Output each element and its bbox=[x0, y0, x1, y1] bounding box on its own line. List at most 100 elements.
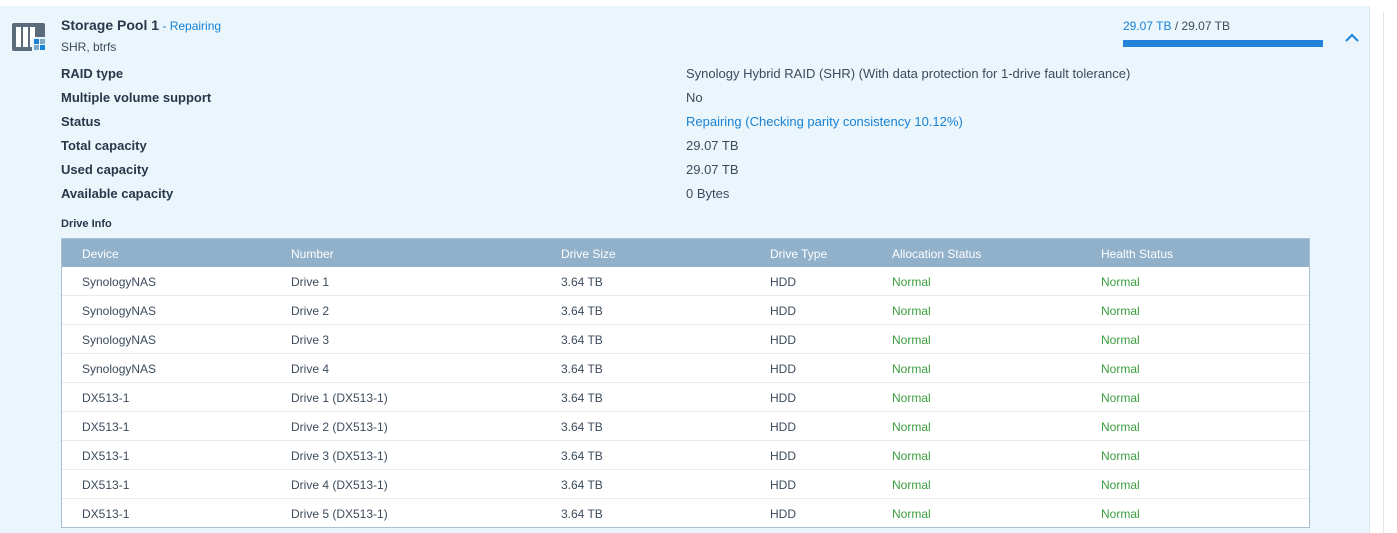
cell-allocation-status: Normal bbox=[892, 478, 931, 492]
total-capacity-label: Total capacity bbox=[61, 138, 147, 153]
status-value: Repairing (Checking parity consistency 1… bbox=[686, 114, 963, 129]
multiple-volume-label: Multiple volume support bbox=[61, 90, 212, 105]
cell-device: SynologyNAS bbox=[82, 333, 157, 347]
status-label: Status bbox=[61, 114, 101, 129]
cell-device: SynologyNAS bbox=[82, 275, 157, 289]
table-row[interactable]: SynologyNAS Drive 4 3.64 TB HDD Normal N… bbox=[62, 354, 1309, 383]
column-header-device[interactable]: Device bbox=[82, 247, 119, 261]
cell-drive-type: HDD bbox=[770, 304, 796, 318]
column-header-number[interactable]: Number bbox=[291, 247, 334, 261]
cell-number: Drive 5 (DX513-1) bbox=[291, 507, 388, 521]
cell-drive-type: HDD bbox=[770, 391, 796, 405]
usage-separator: / bbox=[1171, 19, 1182, 33]
cell-health-status: Normal bbox=[1101, 275, 1140, 289]
multiple-volume-value: No bbox=[686, 90, 703, 105]
used-capacity-label: Used capacity bbox=[61, 162, 149, 177]
total-capacity-readout: 29.07 TB bbox=[1181, 19, 1230, 33]
cell-health-status: Normal bbox=[1101, 420, 1140, 434]
cell-device: SynologyNAS bbox=[82, 362, 157, 376]
cell-drive-type: HDD bbox=[770, 420, 796, 434]
cell-drive-type: HDD bbox=[770, 333, 796, 347]
table-header: Device Number Drive Size Drive Type Allo… bbox=[62, 239, 1309, 267]
table-row[interactable]: SynologyNAS Drive 2 3.64 TB HDD Normal N… bbox=[62, 296, 1309, 325]
cell-health-status: Normal bbox=[1101, 333, 1140, 347]
column-header-drive-size[interactable]: Drive Size bbox=[561, 247, 616, 261]
used-capacity-value: 29.07 TB bbox=[686, 162, 739, 177]
cell-number: Drive 1 bbox=[291, 275, 330, 289]
cell-drive-type: HDD bbox=[770, 275, 796, 289]
cell-drive-size: 3.64 TB bbox=[561, 420, 603, 434]
cell-drive-size: 3.64 TB bbox=[561, 333, 603, 347]
cell-device: DX513-1 bbox=[82, 449, 130, 463]
used-capacity-readout: 29.07 TB bbox=[1123, 19, 1172, 33]
cell-device: DX513-1 bbox=[82, 478, 130, 492]
cell-allocation-status: Normal bbox=[892, 420, 931, 434]
status-paren-close: ) bbox=[958, 114, 963, 129]
cell-health-status: Normal bbox=[1101, 391, 1140, 405]
available-capacity-label: Available capacity bbox=[61, 186, 174, 201]
cell-number: Drive 3 bbox=[291, 333, 330, 347]
drive-info-table: Device Number Drive Size Drive Type Allo… bbox=[61, 238, 1310, 528]
cell-drive-size: 3.64 TB bbox=[561, 275, 603, 289]
cell-number: Drive 2 (DX513-1) bbox=[291, 420, 388, 434]
raid-type-label: RAID type bbox=[61, 66, 124, 81]
usage-progress-fill bbox=[1123, 40, 1323, 47]
chevron-up-icon[interactable] bbox=[1342, 30, 1362, 46]
cell-allocation-status: Normal bbox=[892, 507, 931, 521]
cell-health-status: Normal bbox=[1101, 449, 1140, 463]
available-capacity-value: 0 Bytes bbox=[686, 186, 730, 201]
cell-health-status: Normal bbox=[1101, 478, 1140, 492]
cell-drive-type: HDD bbox=[770, 507, 796, 521]
cell-drive-size: 3.64 TB bbox=[561, 362, 603, 376]
table-row[interactable]: DX513-1 Drive 5 (DX513-1) 3.64 TB HDD No… bbox=[62, 499, 1309, 528]
cell-health-status: Normal bbox=[1101, 507, 1140, 521]
cell-drive-size: 3.64 TB bbox=[561, 507, 603, 521]
table-row[interactable]: SynologyNAS Drive 3 3.64 TB HDD Normal N… bbox=[62, 325, 1309, 354]
table-row[interactable]: SynologyNAS Drive 1 3.64 TB HDD Normal N… bbox=[62, 267, 1309, 296]
table-row[interactable]: DX513-1 Drive 1 (DX513-1) 3.64 TB HDD No… bbox=[62, 383, 1309, 412]
column-header-drive-type[interactable]: Drive Type bbox=[770, 247, 827, 261]
cell-device: DX513-1 bbox=[82, 391, 130, 405]
cell-health-status: Normal bbox=[1101, 362, 1140, 376]
cell-number: Drive 2 bbox=[291, 304, 330, 318]
cell-drive-size: 3.64 TB bbox=[561, 304, 603, 318]
cell-number: Drive 1 (DX513-1) bbox=[291, 391, 388, 405]
scrollbar[interactable] bbox=[1383, 12, 1397, 533]
cell-device: DX513-1 bbox=[82, 420, 130, 434]
table-row[interactable]: DX513-1 Drive 3 (DX513-1) 3.64 TB HDD No… bbox=[62, 441, 1309, 470]
cell-device: SynologyNAS bbox=[82, 304, 157, 318]
usage-progress-bar bbox=[1123, 40, 1323, 47]
pool-title-separator: - bbox=[159, 19, 170, 33]
status-repairing-link[interactable]: Repairing bbox=[686, 114, 742, 129]
table-row[interactable]: DX513-1 Drive 2 (DX513-1) 3.64 TB HDD No… bbox=[62, 412, 1309, 441]
total-capacity-value: 29.07 TB bbox=[686, 138, 739, 153]
cell-drive-size: 3.64 TB bbox=[561, 391, 603, 405]
cell-drive-size: 3.64 TB bbox=[561, 449, 603, 463]
cell-allocation-status: Normal bbox=[892, 391, 931, 405]
pool-name: Storage Pool 1 bbox=[61, 17, 160, 33]
storage-pool-icon bbox=[12, 23, 46, 52]
usage-readout: 29.07 TB / 29.07 TB bbox=[1123, 19, 1230, 33]
cell-allocation-status: Normal bbox=[892, 333, 931, 347]
cell-number: Drive 3 (DX513-1) bbox=[291, 449, 388, 463]
cell-device: DX513-1 bbox=[82, 507, 130, 521]
column-header-health-status[interactable]: Health Status bbox=[1101, 247, 1173, 261]
table-row[interactable]: DX513-1 Drive 4 (DX513-1) 3.64 TB HDD No… bbox=[62, 470, 1309, 499]
raid-type-value: Synology Hybrid RAID (SHR) (With data pr… bbox=[686, 66, 1131, 81]
status-paren-open: ( bbox=[741, 114, 750, 129]
cell-allocation-status: Normal bbox=[892, 362, 931, 376]
drive-info-title: Drive Info bbox=[61, 218, 112, 230]
parity-check-link[interactable]: Checking parity consistency 10.12% bbox=[750, 114, 959, 129]
cell-allocation-status: Normal bbox=[892, 449, 931, 463]
cell-number: Drive 4 bbox=[291, 362, 330, 376]
cell-drive-type: HDD bbox=[770, 362, 796, 376]
cell-drive-size: 3.64 TB bbox=[561, 478, 603, 492]
pool-status-badge: Repairing bbox=[169, 19, 222, 33]
cell-allocation-status: Normal bbox=[892, 275, 931, 289]
column-header-allocation-status[interactable]: Allocation Status bbox=[892, 247, 981, 261]
cell-health-status: Normal bbox=[1101, 304, 1140, 318]
pool-subtitle: SHR, btrfs bbox=[61, 40, 117, 54]
pool-title: Storage Pool 1 - Repairing bbox=[61, 17, 221, 33]
storage-pool-panel: Storage Pool 1 - Repairing SHR, btrfs 29… bbox=[0, 6, 1370, 533]
cell-drive-type: HDD bbox=[770, 449, 796, 463]
